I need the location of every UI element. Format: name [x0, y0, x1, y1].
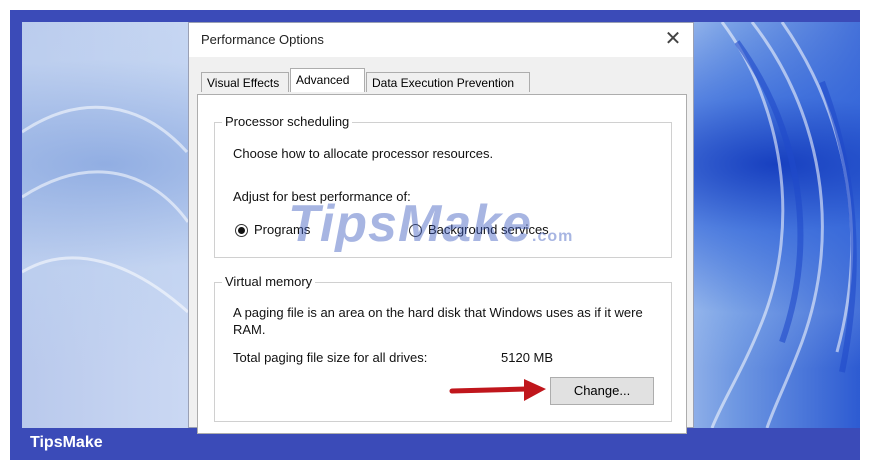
- tab-visual-effects[interactable]: Visual Effects: [201, 72, 289, 92]
- footer-brand: TipsMake: [30, 434, 103, 451]
- processor-scheduling-legend: Processor scheduling: [222, 114, 353, 129]
- dialog-title: Performance Options: [201, 32, 324, 47]
- programs-radio[interactable]: [235, 224, 248, 237]
- tipsmake-watermark: TipsMake.com: [288, 198, 573, 263]
- virtual-memory-group: Virtual memory A paging file is an area …: [214, 274, 672, 422]
- total-paging-label: Total paging file size for all drives:: [233, 350, 428, 365]
- advanced-tab-panel: Processor scheduling Choose how to alloc…: [197, 94, 687, 434]
- title-bar: Performance Options ✕: [189, 23, 693, 57]
- tab-data-execution-prevention[interactable]: Data Execution Prevention: [366, 72, 530, 92]
- watermark-main: TipsMake: [288, 195, 533, 253]
- watermark-suffix: .com: [532, 228, 574, 245]
- processor-description: Choose how to allocate processor resourc…: [233, 146, 494, 161]
- virtual-memory-description: A paging file is an area on the hard dis…: [233, 305, 643, 337]
- close-icon[interactable]: ✕: [661, 26, 685, 51]
- tab-advanced[interactable]: Advanced: [290, 68, 365, 92]
- red-arrow-annotation: [449, 379, 546, 401]
- virtual-memory-legend: Virtual memory: [222, 274, 316, 289]
- change-button[interactable]: Change...: [550, 377, 654, 405]
- total-paging-value: 5120 MB: [501, 350, 554, 365]
